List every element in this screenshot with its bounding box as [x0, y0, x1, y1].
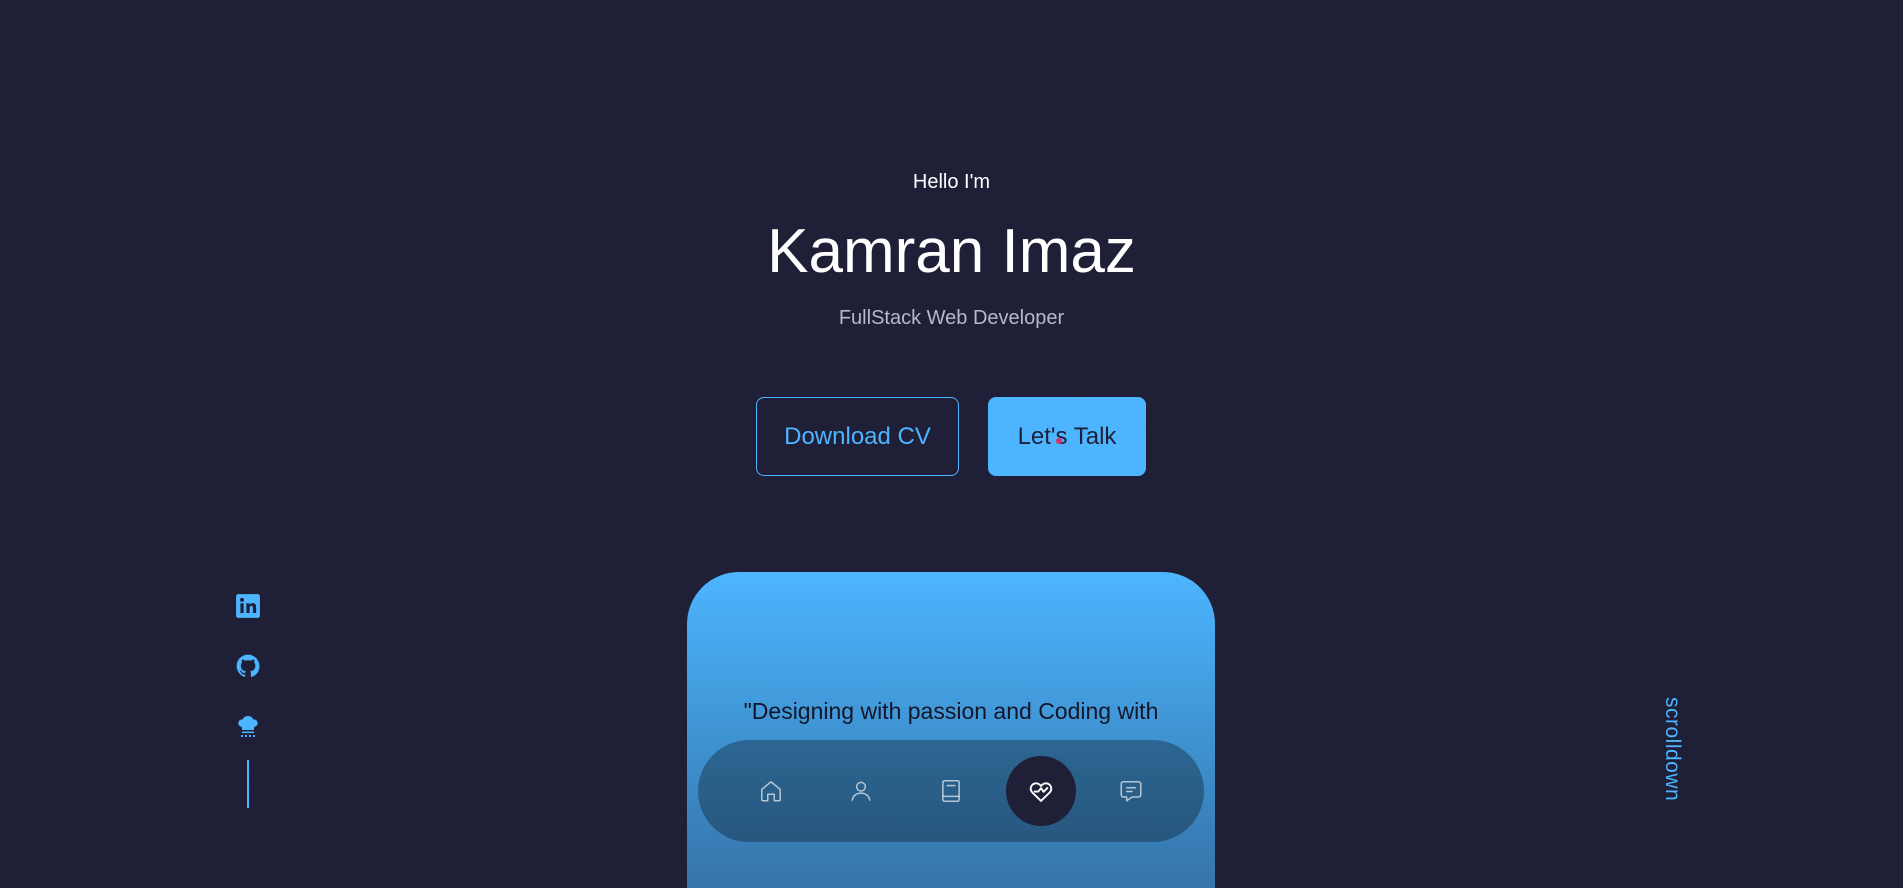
home-icon[interactable]: [736, 756, 806, 826]
services-icon[interactable]: [1006, 756, 1076, 826]
hero-role: FullStack Web Developer: [838, 307, 1065, 329]
chef-hat-icon[interactable]: [234, 712, 262, 740]
book-icon[interactable]: [916, 756, 986, 826]
github-icon[interactable]: [234, 652, 262, 680]
lets-talk-button[interactable]: Let's Talk: [988, 397, 1146, 476]
social-links: [232, 592, 264, 808]
greeting-text: Hello I'm: [912, 171, 991, 193]
message-icon[interactable]: [1096, 756, 1166, 826]
mouse-cursor-dot: [1056, 438, 1062, 444]
scroll-down-link[interactable]: scrolldown: [1660, 697, 1684, 801]
user-icon[interactable]: [826, 756, 896, 826]
linkedin-icon[interactable]: [234, 592, 262, 620]
card-quote: "Designing with passion and Coding with: [743, 698, 1159, 724]
download-cv-button[interactable]: Download CV: [756, 397, 959, 476]
hero-section: Hello I'm Kamran Imaz FullStack Web Deve…: [0, 0, 1903, 888]
social-divider-line: [247, 760, 249, 808]
bottom-nav: [698, 740, 1204, 842]
hero-name: Kamran Imaz: [767, 217, 1136, 286]
